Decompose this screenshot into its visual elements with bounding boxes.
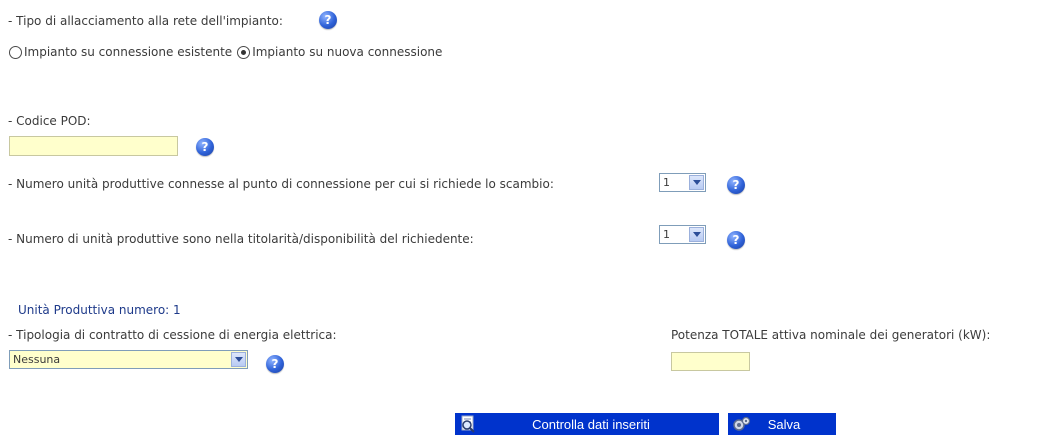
help-icon[interactable]: ? (266, 355, 284, 373)
contratto-value: Nessuna (13, 352, 61, 366)
radio-connessione-esistente-label[interactable]: Impianto su connessione esistente (24, 44, 232, 60)
radio-nuova-connessione-label[interactable]: Impianto su nuova connessione (252, 44, 442, 60)
radio-nuova-connessione[interactable] (237, 45, 251, 59)
pod-label: - Codice POD: (8, 114, 91, 128)
check-data-label: Controlla dati inseriti (532, 416, 650, 432)
help-icon[interactable]: ? (727, 231, 745, 249)
chevron-down-icon[interactable] (689, 175, 704, 190)
unita-produttiva-heading: Unità Produttiva numero: 1 (18, 303, 181, 317)
check-data-button[interactable]: Controlla dati inseriti (455, 413, 719, 435)
unita-connesse-value: 1 (663, 175, 670, 189)
allacciamento-options: Impianto su connessione esistente Impian… (9, 44, 442, 60)
help-icon[interactable]: ? (727, 176, 745, 194)
potenza-label: Potenza TOTALE attiva nominale dei gener… (671, 328, 991, 342)
save-gear-icon (730, 414, 754, 434)
contratto-select[interactable]: Nessuna (9, 350, 248, 369)
allacciamento-label: - Tipo di allacciamento alla rete dell'i… (8, 14, 283, 28)
unita-connesse-label: - Numero unità produttive connesse al pu… (8, 177, 554, 191)
help-icon[interactable]: ? (319, 11, 337, 29)
save-button[interactable]: Salva (728, 413, 836, 435)
help-icon[interactable]: ? (196, 138, 214, 156)
chevron-down-icon[interactable] (689, 227, 704, 242)
save-label: Salva (767, 416, 801, 432)
radio-connessione-esistente[interactable] (9, 45, 22, 59)
unita-titolarita-label: - Numero di unità produttive sono nella … (8, 232, 474, 246)
contratto-label: - Tipologia di contratto di cessione di … (8, 328, 337, 342)
potenza-input[interactable] (671, 352, 750, 371)
unita-titolarita-value: 1 (663, 227, 670, 241)
pod-input[interactable] (9, 136, 178, 156)
unita-connesse-select[interactable]: 1 (659, 173, 706, 192)
magnifier-document-icon (457, 414, 481, 434)
unita-titolarita-select[interactable]: 1 (659, 225, 706, 244)
chevron-down-icon[interactable] (231, 352, 246, 367)
